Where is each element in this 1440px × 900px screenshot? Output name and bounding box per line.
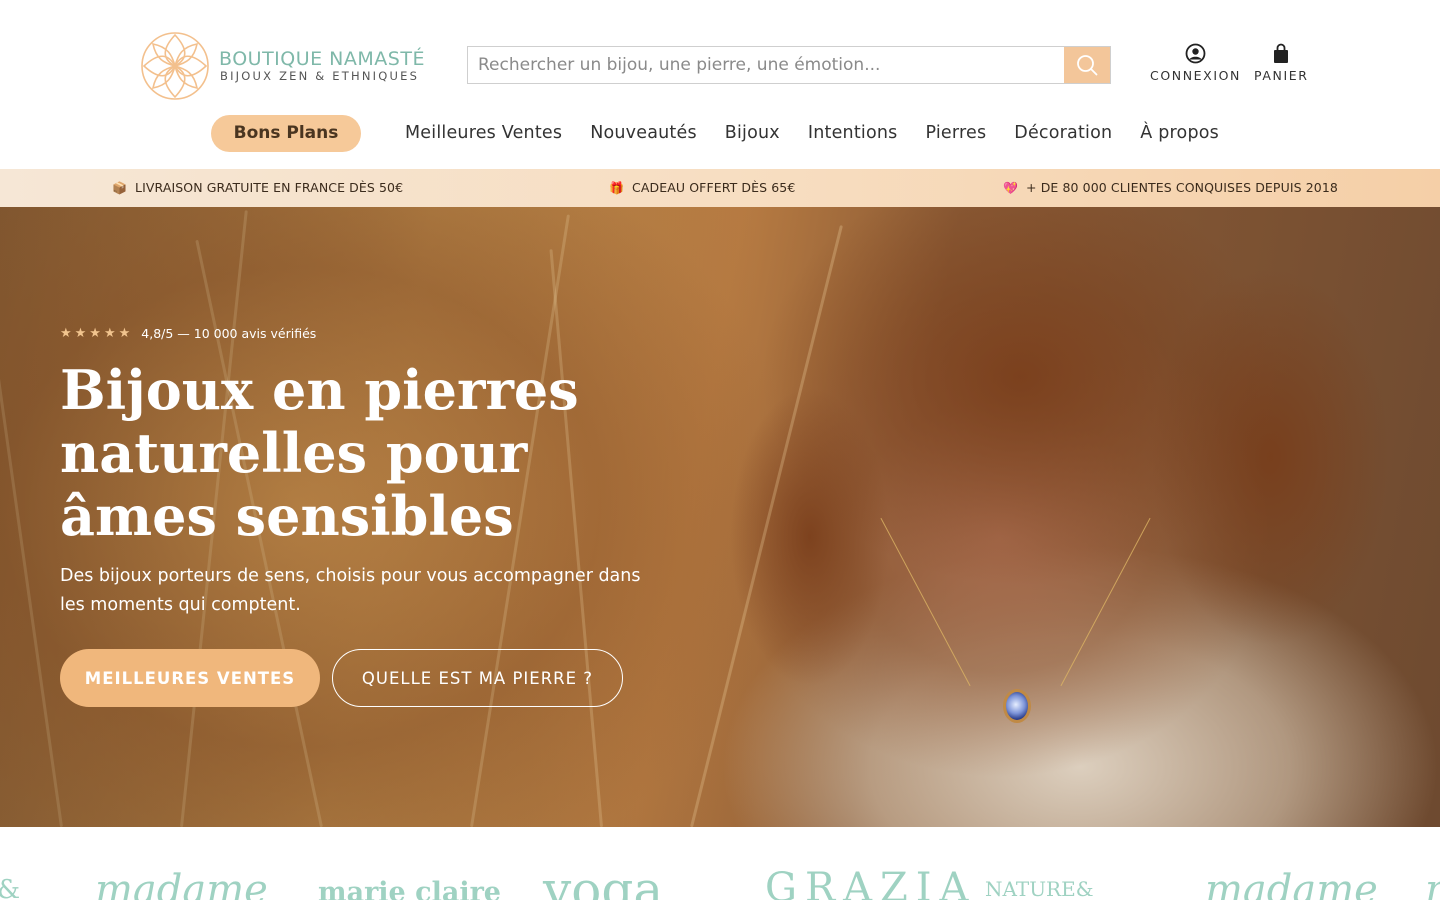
press-logos-strip: E& madame marie claire yoga GRAZIA NATUR… xyxy=(0,827,1440,900)
press-logo: madame xyxy=(95,867,268,900)
press-logo: NATURE& xyxy=(985,877,1094,900)
nav-bons-plans[interactable]: Bons Plans xyxy=(211,114,361,152)
hero-rating: ★★★★★ 4,8/5 — 10 000 avis vérifiés xyxy=(60,326,316,341)
shopping-bag-icon xyxy=(1274,43,1289,63)
hero-title-line: naturelles pour xyxy=(60,421,528,485)
package-icon: 📦 xyxy=(112,181,128,195)
pendant-image xyxy=(1003,689,1031,723)
nav-item-meilleures-ventes[interactable]: Meilleures Ventes xyxy=(405,123,562,143)
press-logo: marie claire xyxy=(318,877,501,900)
announcement-shipping: 📦 LIVRAISON GRATUITE EN FRANCE DÈS 50€ xyxy=(112,180,403,195)
announcement-text: LIVRAISON GRATUITE EN FRANCE DÈS 50€ xyxy=(135,180,404,195)
rating-text: 4,8/5 — 10 000 avis vérifiés xyxy=(141,326,317,341)
search-bar xyxy=(467,46,1111,84)
announcement-bar: 📦 LIVRAISON GRATUITE EN FRANCE DÈS 50€ 🎁 C… xyxy=(0,169,1440,207)
hero-subtitle: Des bijoux porteurs de sens, choisis pou… xyxy=(60,566,641,615)
nav-item-bijoux[interactable]: Bijoux xyxy=(725,123,780,143)
press-logo: yoga xyxy=(543,861,664,900)
hero-title-line: Bijoux en pierres xyxy=(60,358,579,422)
announcement-text: CADEAU OFFERT DÈS 65€ xyxy=(632,180,796,195)
cart-label: PANIER xyxy=(1254,68,1309,83)
press-logo: madame xyxy=(1205,867,1378,900)
which-stone-button[interactable]: QUELLE EST MA PIERRE ? xyxy=(332,649,623,707)
press-logo: E& xyxy=(0,875,20,900)
nav-item-intentions[interactable]: Intentions xyxy=(808,123,898,143)
announcement-customers: 💖 + DE 80 000 CLIENTES CONQUISES DEPUIS 2… xyxy=(1003,180,1338,195)
logo-tagline: BIJOUX ZEN & ETHNIQUES xyxy=(220,69,420,83)
login-label: CONNEXION xyxy=(1150,68,1242,83)
announcement-gift: 🎁 CADEAU OFFERT DÈS 65€ xyxy=(609,180,795,195)
login-link[interactable]: CONNEXION xyxy=(1150,43,1241,83)
nav-item-a-propos[interactable]: À propos xyxy=(1140,123,1219,143)
main-nav: Bons Plans Meilleures Ventes Nouveautés … xyxy=(211,114,1219,152)
site-header: BOUTIQUE NAMASTÉ BIJOUX ZEN & ETHNIQUES … xyxy=(0,0,1440,169)
rating-stars: ★★★★★ xyxy=(60,326,134,341)
site-logo[interactable]: BOUTIQUE NAMASTÉ BIJOUX ZEN & ETHNIQUES xyxy=(138,29,438,103)
announcement-text: + DE 80 000 CLIENTES CONQUISES DEPUIS 20… xyxy=(1026,180,1338,195)
heart-icon: 💖 xyxy=(1003,181,1019,195)
search-button[interactable] xyxy=(1064,47,1110,83)
nav-item-decoration[interactable]: Décoration xyxy=(1014,123,1112,143)
search-input[interactable] xyxy=(468,47,1064,83)
gift-icon: 🎁 xyxy=(609,181,625,195)
logo-name: BOUTIQUE NAMASTÉ xyxy=(219,48,425,70)
user-circle-icon xyxy=(1185,43,1206,64)
nav-item-pierres[interactable]: Pierres xyxy=(925,123,986,143)
hero-banner: ★★★★★ 4,8/5 — 10 000 avis vérifiés Bijou… xyxy=(0,207,1440,827)
nav-item-nouveautes[interactable]: Nouveautés xyxy=(590,123,697,143)
best-sellers-button[interactable]: MEILLEURES VENTES xyxy=(60,649,320,707)
hero-title-line: âmes sensibles xyxy=(60,484,514,548)
hero-title: Bijoux en pierres naturelles pour âmes s… xyxy=(60,359,660,548)
press-logo: GRAZIA xyxy=(765,865,977,900)
cart-link[interactable]: PANIER xyxy=(1254,43,1309,83)
lotus-logo-icon xyxy=(141,32,209,100)
press-logo: n xyxy=(1425,867,1440,900)
search-icon xyxy=(1077,55,1098,76)
